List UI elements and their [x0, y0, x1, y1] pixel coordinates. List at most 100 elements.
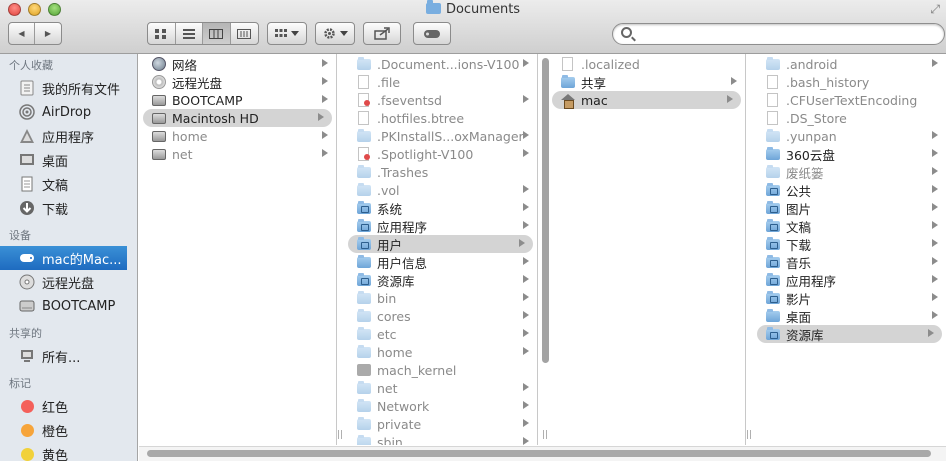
file-row[interactable]: 影片 — [757, 289, 946, 307]
sidebar-item-label: 黄色 — [42, 448, 69, 461]
file-row[interactable]: cores — [348, 307, 537, 325]
sidebar-item-mac-hd[interactable]: mac的Mac... — [0, 246, 127, 270]
file-row[interactable]: 下载 — [757, 235, 946, 253]
file-row[interactable]: 公共 — [757, 181, 946, 199]
file-row[interactable]: .android — [757, 55, 946, 73]
file-row[interactable]: mac — [552, 91, 741, 109]
file-row[interactable]: .vol — [348, 181, 537, 199]
folder-icon — [356, 344, 371, 359]
file-row[interactable]: net — [348, 379, 537, 397]
file-row[interactable]: sbin — [348, 433, 537, 445]
forward-button[interactable]: ▶ — [35, 23, 61, 44]
sidebar-item-tag-yellow[interactable]: 黄色 — [0, 442, 137, 461]
file-row[interactable]: 用户 — [348, 235, 533, 253]
file-row[interactable]: BOOTCAMP — [143, 91, 336, 109]
system-folder-glyph-icon — [765, 290, 780, 304]
file-name: home — [377, 344, 413, 360]
list-view-button[interactable] — [176, 23, 203, 44]
file-row[interactable]: .PKInstallS...oxManager — [348, 127, 537, 145]
folder-icon — [356, 56, 371, 71]
file-row[interactable]: home — [143, 127, 336, 145]
file-row[interactable]: .Spotlight-V100 — [348, 145, 537, 163]
sidebar-item-desktop[interactable]: 桌面 — [0, 148, 137, 172]
file-icon — [765, 93, 780, 107]
file-row[interactable]: .bash_history — [757, 73, 946, 91]
sidebar-item-all-shared[interactable]: 所有... — [0, 344, 137, 368]
system-folder-glyph-icon — [765, 272, 780, 286]
file-row[interactable]: mach_kernel — [348, 361, 537, 379]
sidebar-item-tag-red[interactable]: 红色 — [0, 394, 137, 418]
all-files-icon — [18, 79, 36, 97]
file-row[interactable]: .Trashes — [348, 163, 537, 181]
file-row[interactable]: private — [348, 415, 537, 433]
chevron-down-icon — [291, 30, 299, 36]
folder-glyph-icon — [765, 164, 780, 178]
file-row[interactable]: .DS_Store — [757, 109, 946, 127]
sidebar-item-all-files[interactable]: 我的所有文件 — [0, 76, 137, 100]
search-input[interactable] — [637, 26, 937, 42]
file-row[interactable]: bin — [348, 289, 537, 307]
sidebar-item-applications[interactable]: 应用程序 — [0, 124, 137, 148]
file-name: .CFUserTextEncoding — [786, 92, 918, 108]
file-row[interactable]: .fseventsd — [348, 91, 537, 109]
file-row[interactable]: .CFUserTextEncoding — [757, 91, 946, 109]
file-row[interactable]: .yunpan — [757, 127, 946, 145]
file-row[interactable]: 图片 — [757, 199, 946, 217]
restricted-file-glyph-icon — [358, 93, 370, 107]
file-row[interactable]: .Document...ions-V100 — [348, 55, 537, 73]
file-row[interactable]: 桌面 — [757, 307, 946, 325]
file-row[interactable]: 系统 — [348, 199, 537, 217]
system-folder-glyph-icon — [765, 182, 780, 196]
file-row[interactable]: 用户信息 — [348, 253, 537, 271]
file-row[interactable]: 资源库 — [348, 271, 537, 289]
file-row[interactable]: 共享 — [552, 73, 745, 91]
file-row[interactable]: 360云盘 — [757, 145, 946, 163]
search-field[interactable] — [612, 23, 945, 45]
sidebar-item-bootcamp[interactable]: BOOTCAMP — [0, 294, 137, 318]
system-folder-glyph-icon — [765, 200, 780, 214]
file-row[interactable]: Macintosh HD — [143, 109, 332, 127]
action-button[interactable] — [315, 22, 355, 45]
tag-button[interactable] — [413, 22, 451, 45]
file-row[interactable]: .file — [348, 73, 537, 91]
file-row[interactable]: .localized — [552, 55, 745, 73]
chevron-right-icon — [519, 239, 525, 247]
file-row[interactable]: 资源库 — [757, 325, 942, 343]
file-name: mach_kernel — [377, 362, 457, 378]
file-row[interactable]: home — [348, 343, 537, 361]
sidebar-item-downloads[interactable]: 下载 — [0, 196, 137, 220]
share-button[interactable] — [363, 22, 401, 45]
sidebar-item-remote-disc[interactable]: 远程光盘 — [0, 270, 137, 294]
horizontal-scrollbar[interactable] — [147, 450, 931, 457]
file-row[interactable]: 远程光盘 — [143, 73, 336, 91]
tag-orange-icon — [18, 421, 36, 439]
file-row[interactable]: etc — [348, 325, 537, 343]
disk-glyph-icon — [151, 148, 166, 160]
sidebar-item-label: 红色 — [42, 400, 69, 416]
back-button[interactable]: ◀ — [9, 23, 36, 44]
column-scrollbar[interactable] — [542, 58, 549, 363]
file-glyph-icon — [767, 111, 778, 125]
chevron-right-icon — [523, 257, 529, 265]
fullscreen-icon[interactable]: ⤢ — [930, 2, 940, 17]
file-row[interactable]: .hotfiles.btree — [348, 109, 537, 127]
file-name: .DS_Store — [786, 110, 847, 126]
file-row[interactable]: 应用程序 — [348, 217, 537, 235]
folder-glyph-icon — [560, 74, 575, 88]
system-folder-glyph-icon — [765, 218, 780, 232]
sidebar-item-documents[interactable]: 文稿 — [0, 172, 137, 196]
file-row[interactable]: 音乐 — [757, 253, 946, 271]
sidebar-item-tag-orange[interactable]: 橙色 — [0, 418, 137, 442]
sidebar-item-airdrop[interactable]: AirDrop — [0, 100, 137, 124]
file-row[interactable]: 废纸篓 — [757, 163, 946, 181]
column-view-button[interactable] — [203, 23, 231, 44]
file-row[interactable]: 应用程序 — [757, 271, 946, 289]
file-row[interactable]: net — [143, 145, 336, 163]
file-row[interactable]: 文稿 — [757, 217, 946, 235]
icon-view-button[interactable] — [148, 23, 176, 44]
file-row[interactable]: 网络 — [143, 55, 336, 73]
arrange-button[interactable] — [267, 22, 307, 45]
file-row[interactable]: Network — [348, 397, 537, 415]
file-name: .android — [786, 56, 838, 72]
coverflow-view-button[interactable] — [231, 23, 258, 44]
